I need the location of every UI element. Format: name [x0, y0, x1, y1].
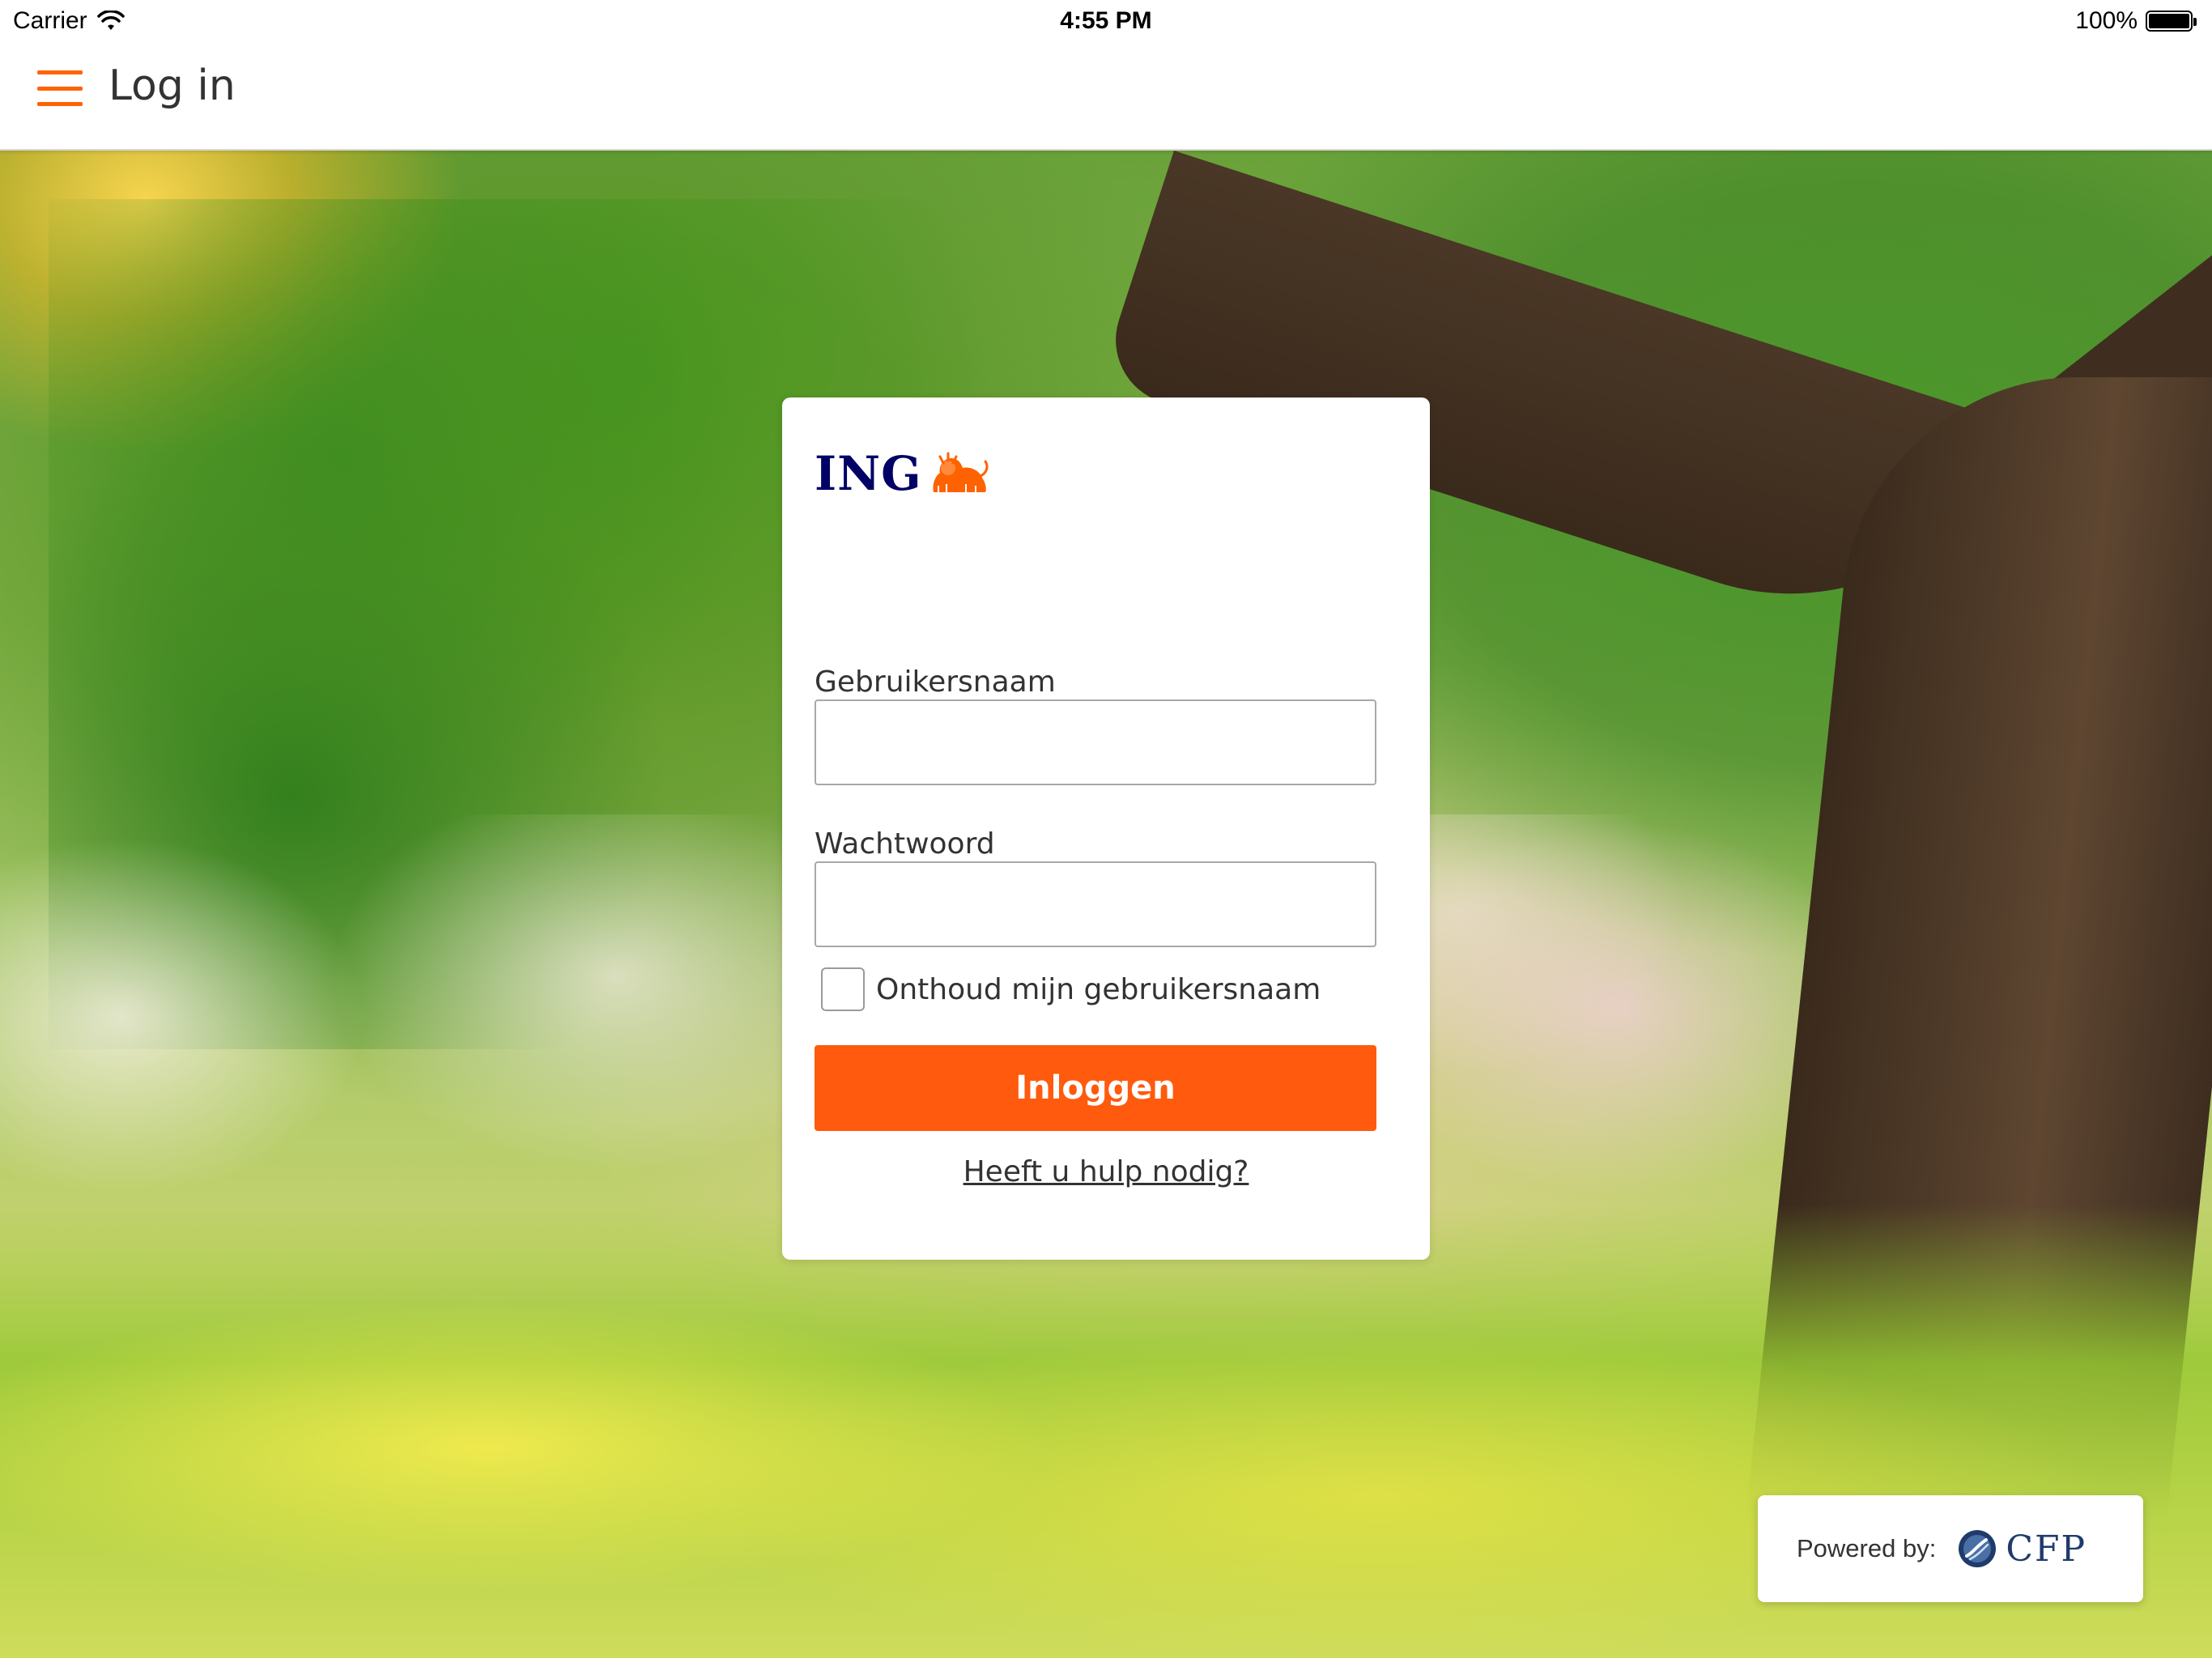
menu-line [37, 102, 83, 106]
ing-lion-icon [933, 452, 989, 492]
remember-username-checkbox[interactable] [821, 967, 865, 1011]
cfp-logo: CFP [1957, 1528, 2087, 1570]
help-link[interactable]: Heeft u hulp nodig? [782, 1155, 1430, 1188]
menu-line [37, 70, 83, 74]
cfp-logo-icon [1959, 1530, 1997, 1567]
battery-fill [2149, 14, 2189, 28]
remember-username-row[interactable]: Onthoud mijn gebruikersnaam [821, 967, 1321, 1011]
ing-logo-text: ING [815, 446, 922, 501]
status-bar: Carrier 4:55 PM 100% [0, 0, 2212, 44]
status-right: 100% [2075, 7, 2197, 35]
menu-line [37, 86, 83, 91]
password-input[interactable] [815, 861, 1376, 947]
cfp-brand-text: CFP [2006, 1528, 2087, 1570]
powered-by-label: Powered by: [1797, 1534, 1937, 1562]
battery-percentage: 100% [2075, 7, 2138, 34]
login-button[interactable]: Inloggen [815, 1045, 1376, 1131]
screen: Carrier 4:55 PM 100% Log in ING Gebruike… [0, 0, 2212, 1658]
hamburger-menu-icon[interactable] [37, 70, 83, 106]
username-input[interactable] [815, 699, 1376, 785]
username-label: Gebruikersnaam [815, 665, 1056, 699]
battery-icon [2146, 11, 2197, 32]
nav-bar: Log in [0, 44, 2212, 151]
login-card: ING Gebruikersnaam Wachtwoord Onthoud mi… [782, 397, 1430, 1260]
ing-logo: ING [815, 450, 990, 497]
remember-username-label[interactable]: Onthoud mijn gebruikersnaam [876, 973, 1321, 1006]
status-time: 4:55 PM [1060, 7, 1152, 34]
powered-by-badge: Powered by: CFP [1758, 1495, 2143, 1602]
password-label: Wachtwoord [815, 827, 995, 861]
page-title: Log in [108, 62, 236, 110]
